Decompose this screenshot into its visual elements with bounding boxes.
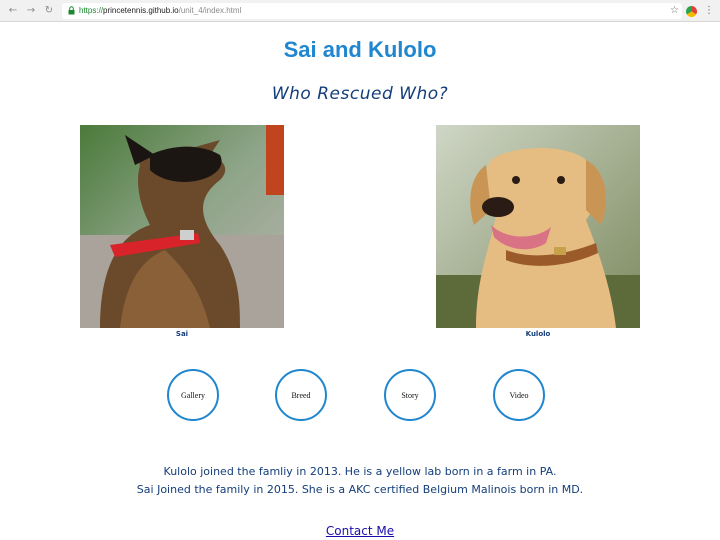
kulolo-caption: Kulolo [525, 330, 551, 338]
back-icon[interactable]: ← [6, 4, 20, 18]
lock-icon [66, 6, 76, 16]
url-scheme: https:// [79, 6, 104, 15]
page-subtitle: Who Rescued Who? [271, 84, 449, 104]
contact-link[interactable]: Contact Me [326, 524, 394, 538]
forward-icon[interactable]: → [24, 4, 38, 18]
reload-icon[interactable]: ↻ [42, 4, 56, 18]
video-button[interactable]: Video [493, 369, 545, 421]
sai-photo [80, 125, 284, 328]
extension-icon[interactable] [686, 5, 697, 17]
description: Kulolo joined the famliy in 2013. He is … [0, 463, 720, 499]
browser-toolbar: ← → ↻ https:// princetennis.github.io /u… [0, 0, 720, 22]
menu-icon[interactable]: ⋮ [704, 4, 714, 18]
page-title: Sai and Kulolo [283, 37, 437, 62]
story-button[interactable]: Story [384, 369, 436, 421]
page-content: Sai and Kulolo Who Rescued Who? Sai Kulo… [0, 23, 720, 540]
url-domain: princetennis.github.io [103, 6, 179, 15]
description-line-sai: Sai Joined the family in 2015. She is a … [136, 483, 584, 496]
address-bar[interactable]: https:// princetennis.github.io /unit_4/… [62, 2, 682, 19]
description-line-kulolo: Kulolo joined the famliy in 2013. He is … [163, 465, 557, 478]
url-path: /unit_4/index.html [178, 6, 242, 15]
contact-section: Contact Me [0, 520, 720, 539]
kulolo-photo [436, 125, 640, 328]
star-icon[interactable]: ☆ [670, 4, 679, 18]
breed-button[interactable]: Breed [275, 369, 327, 421]
sai-caption: Sai [175, 330, 189, 338]
gallery-button[interactable]: Gallery [167, 369, 219, 421]
